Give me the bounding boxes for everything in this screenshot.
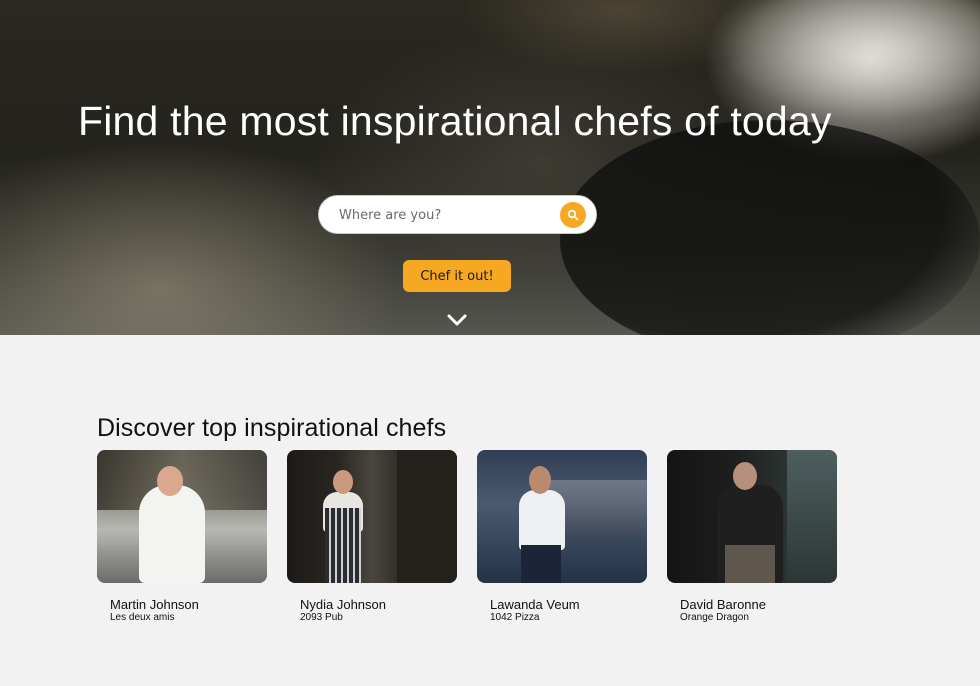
chef-photo[interactable]	[97, 450, 267, 583]
location-search-input[interactable]	[339, 205, 559, 225]
chef-photo[interactable]	[477, 450, 647, 583]
chef-card[interactable]: Nydia Johnson 2093 Pub	[287, 450, 457, 623]
restaurant-name: 2093 Pub	[300, 612, 343, 623]
chef-card[interactable]: Lawanda Veum 1042 Pizza	[477, 450, 647, 623]
restaurant-name: Les deux amis	[110, 612, 175, 623]
chef-name[interactable]: Lawanda Veum	[490, 597, 580, 612]
chef-card[interactable]: David Baronne Orange Dragon	[667, 450, 837, 623]
chef-name[interactable]: Nydia Johnson	[300, 597, 386, 612]
section-title: Discover top inspirational chefs	[97, 414, 447, 442]
chef-card-list: Martin Johnson Les deux amis Nydia Johns…	[97, 450, 857, 630]
hero-title: Find the most inspirational chefs of tod…	[78, 98, 832, 144]
restaurant-name: 1042 Pizza	[490, 612, 540, 623]
hero-banner: Find the most inspirational chefs of tod…	[0, 0, 980, 335]
chef-name[interactable]: Martin Johnson	[110, 597, 199, 612]
search-button[interactable]	[560, 202, 586, 228]
chef-photo[interactable]	[667, 450, 837, 583]
chevron-down-icon[interactable]	[447, 313, 467, 327]
chef-name[interactable]: David Baronne	[680, 597, 766, 612]
hero-background-pan	[560, 120, 980, 335]
chef-photo[interactable]	[287, 450, 457, 583]
restaurant-name: Orange Dragon	[680, 612, 749, 623]
location-search-bar	[318, 195, 597, 234]
chef-card[interactable]: Martin Johnson Les deux amis	[97, 450, 267, 623]
search-icon	[567, 209, 579, 221]
chef-it-out-button[interactable]: Chef it out!	[403, 260, 511, 292]
